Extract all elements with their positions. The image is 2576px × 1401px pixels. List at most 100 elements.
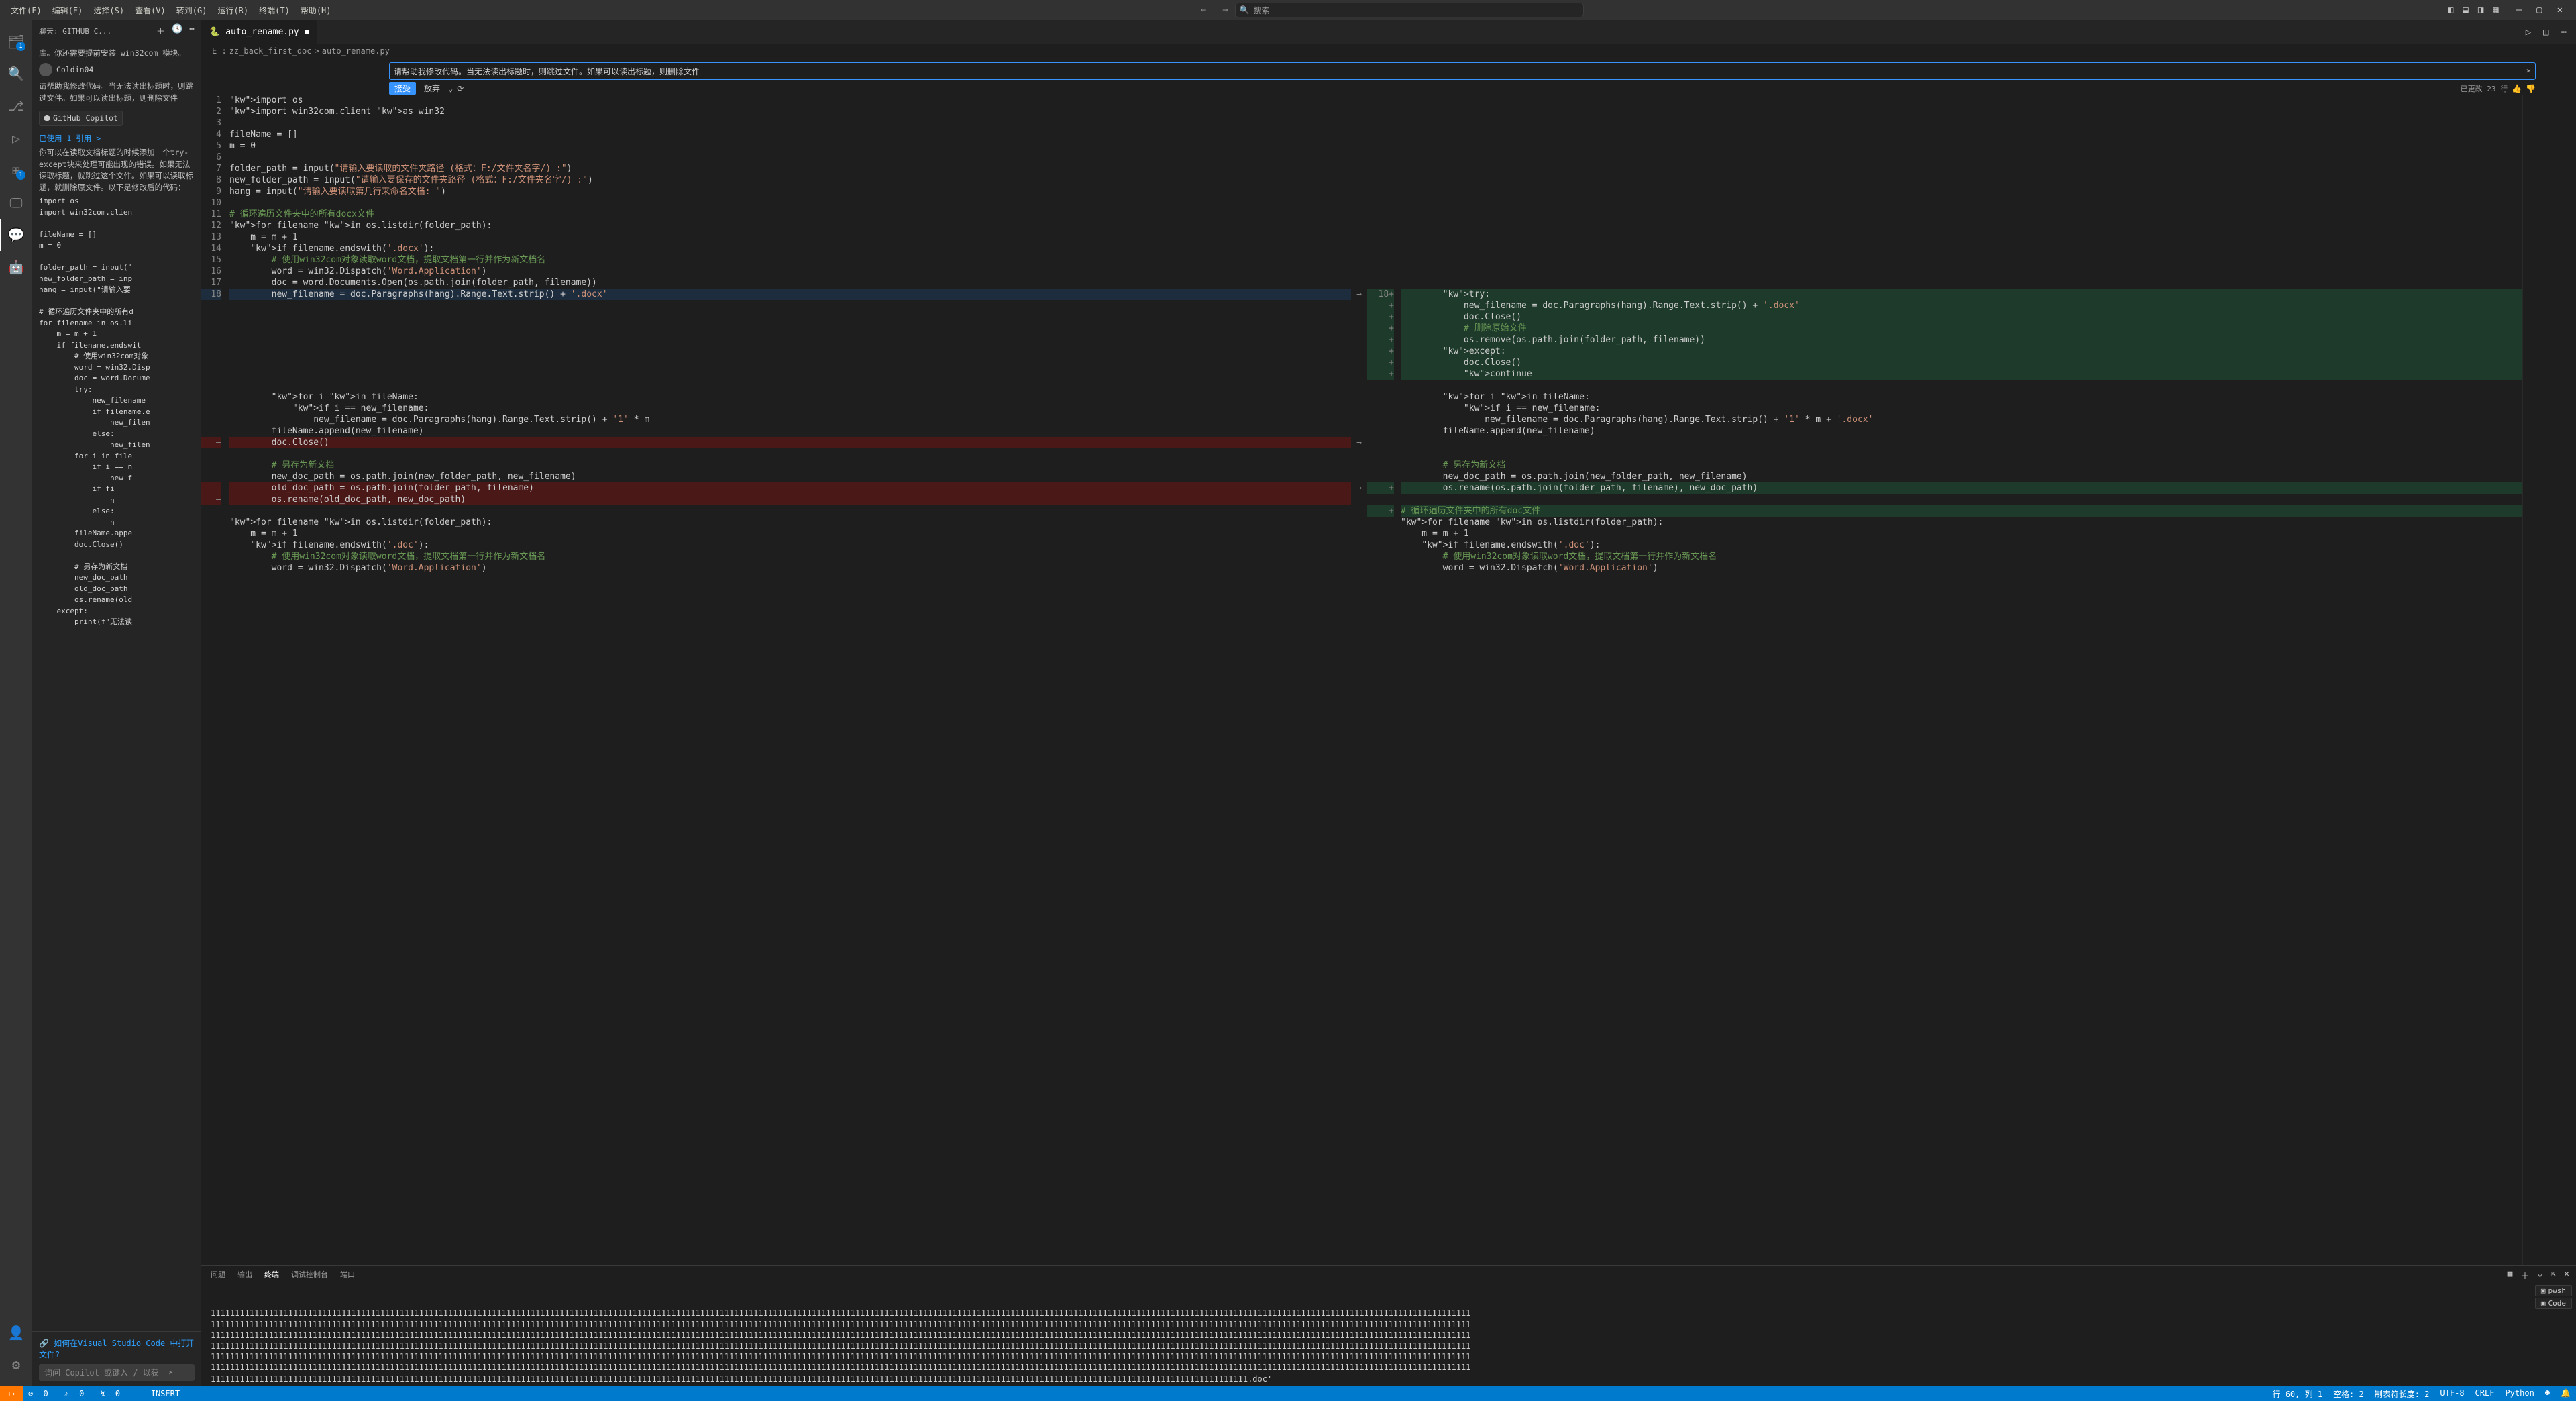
panel-close-icon[interactable]: ✕ [2564, 1269, 2569, 1282]
activity-explorer[interactable]: 🗂1 [0, 25, 32, 58]
change-status: 已更改 23 行 [2461, 83, 2508, 94]
dropdown-icon[interactable]: ⌄ [448, 84, 453, 93]
menu-select[interactable]: 选择(S) [88, 5, 129, 16]
status-ports[interactable]: ↯ 0 [95, 1389, 131, 1398]
spaces[interactable]: 空格: 2 [2328, 1388, 2369, 1400]
panel-layout-icon[interactable]: ▦ [2508, 1269, 2513, 1282]
copilot-label: ⬢ GitHub Copilot [39, 111, 123, 126]
activity-search[interactable]: 🔍 [0, 58, 32, 90]
panel-tabs: 问题 输出 终端 调试控制台 端口 [201, 1266, 2576, 1285]
chat-input[interactable]: 询问 Copilot 或键入 / 以获 ➤ [39, 1364, 195, 1381]
chat-sidebar: 聊天: GITHUB C... ＋ 🕓 ⋯ 库。你还需要提前安装 win32co… [32, 20, 201, 1386]
menu-edit[interactable]: 编辑(E) [47, 5, 89, 16]
eol[interactable]: CRLF [2470, 1388, 2500, 1400]
send-icon[interactable]: ➤ [168, 1368, 173, 1378]
activity-account[interactable]: 👤 [0, 1316, 32, 1349]
user-message: 请帮助我修改代码。当无法读出标题时，则跳过文件。如果可以读出标题，则删除文件 [39, 81, 195, 104]
language[interactable]: Python [2500, 1388, 2539, 1400]
layout-left-icon[interactable]: ◧ [2448, 5, 2453, 15]
tab-size[interactable]: 制表符长度: 2 [2369, 1388, 2435, 1400]
tab-output[interactable]: 输出 [237, 1269, 252, 1282]
reject-button[interactable]: 放弃 [420, 82, 444, 95]
tab-auto-rename[interactable]: 🐍 auto_rename.py [201, 20, 318, 44]
terminal-body[interactable]: 1111111111111111111111111111111111111111… [201, 1285, 2576, 1386]
inline-chat-input[interactable] [394, 66, 2526, 76]
terminal-pwsh[interactable]: ▣pwsh [2535, 1285, 2572, 1296]
menu-go[interactable]: 转到(G) [171, 5, 213, 16]
activity-ext[interactable]: ⊞1 [0, 154, 32, 187]
bell-icon[interactable]: 🔔 [2555, 1388, 2576, 1400]
panel-down-icon[interactable]: ⌄ [2538, 1269, 2543, 1282]
panel-max-icon[interactable]: ⇱ [2551, 1269, 2556, 1282]
more-icon[interactable]: ⋯ [189, 24, 195, 37]
activity-debug[interactable]: ▷ [0, 122, 32, 154]
activity-copilot[interactable]: 🤖 [0, 251, 32, 283]
vim-mode: -- INSERT -- [131, 1389, 200, 1398]
ext-badge: 1 [16, 170, 25, 180]
layout-bottom-icon[interactable]: ⬓ [2463, 5, 2468, 15]
nav-forward-icon[interactable]: → [1222, 5, 1228, 15]
panel: 问题 输出 终端 调试控制台 端口 ▦ ＋ ⌄ ⇱ ✕ ▣pwsh ▣Code … [201, 1265, 2576, 1386]
tab-terminal[interactable]: 终端 [264, 1269, 279, 1282]
refresh-icon[interactable]: ⟳ [457, 84, 464, 93]
activity-scm[interactable]: ⎇ [0, 90, 32, 122]
cursor-position[interactable]: 行 60, 列 1 [2267, 1388, 2328, 1400]
menu-bar: 文件(F) 编辑(E) 选择(S) 查看(V) 转到(G) 运行(R) 终端(T… [0, 5, 337, 16]
terminal-code[interactable]: ▣Code [2535, 1298, 2572, 1309]
intro-text: 库。你还需要提前安装 win32com 模块。 [39, 48, 195, 59]
tab-debug-console[interactable]: 调试控制台 [291, 1269, 328, 1282]
encoding[interactable]: UTF-8 [2434, 1388, 2469, 1400]
run-icon[interactable]: ▷ [2526, 27, 2531, 38]
feedback-icon[interactable]: ☻ [2540, 1388, 2555, 1400]
activity-settings[interactable]: ⚙ [0, 1349, 32, 1381]
minimize-icon[interactable]: — [2516, 5, 2522, 15]
layout-right-icon[interactable]: ◨ [2478, 5, 2483, 15]
panel-add-icon[interactable]: ＋ [2521, 1269, 2530, 1282]
inline-chat: ➤ 接受 放弃 ⌄ ⟳ 已更改 23 行 👍 👎 [389, 62, 2536, 95]
python-icon: 🐍 [209, 27, 220, 37]
minimap[interactable] [2522, 95, 2576, 1265]
tab-bar: 🐍 auto_rename.py ▷ ◫ ⋯ [201, 20, 2576, 44]
references-link[interactable]: 已使用 1 引用 > [39, 133, 195, 144]
remote-icon[interactable]: ⟷ [0, 1386, 23, 1401]
tab-ports[interactable]: 端口 [340, 1269, 355, 1282]
assistant-message: 你可以在读取文档标题的时候添加一个try-except块来处理可能出现的错误。如… [39, 147, 195, 193]
diff-editor[interactable]: 123456789101112131415161718––– "kw">impo… [201, 95, 2576, 1265]
status-bar: ⟷ ⊘ 0 ⚠ 0 ↯ 0 -- INSERT -- 行 60, 列 1 空格:… [0, 1386, 2576, 1401]
sidebar-title: 聊天: GITHUB C... [39, 25, 156, 36]
maximize-icon[interactable]: ▢ [2536, 5, 2542, 15]
code-preview: import os import win32com.clien fileName… [39, 196, 195, 628]
activity-remote[interactable]: 🖵 [0, 187, 32, 219]
activity-bar: 🗂1 🔍 ⎇ ▷ ⊞1 🖵 💬 🤖 👤 ⚙ [0, 20, 32, 1386]
activity-chat[interactable]: 💬 [0, 219, 32, 251]
accept-button[interactable]: 接受 [389, 82, 416, 95]
ellipsis-icon[interactable]: ⋯ [2561, 27, 2567, 38]
split-icon[interactable]: ◫ [2543, 27, 2548, 38]
dirty-indicator [305, 30, 309, 34]
status-errors[interactable]: ⊘ 0 [23, 1389, 59, 1398]
search-placeholder: 搜索 [1254, 5, 1270, 16]
search-icon: 🔍 [1240, 5, 1250, 15]
menu-file[interactable]: 文件(F) [5, 5, 47, 16]
command-center[interactable]: 🔍 搜索 [1235, 3, 1584, 17]
menu-view[interactable]: 查看(V) [129, 5, 171, 16]
menu-help[interactable]: 帮助(H) [295, 5, 337, 16]
menu-terminal[interactable]: 终端(T) [254, 5, 295, 16]
breadcrumb[interactable]: E : zz_back_first_doc > auto_rename.py [201, 44, 2576, 58]
send-icon[interactable]: ➤ [2526, 66, 2531, 76]
tab-problems[interactable]: 问题 [211, 1269, 225, 1282]
thumbs-down-icon[interactable]: 👎 [2526, 84, 2536, 93]
new-chat-icon[interactable]: ＋ [156, 24, 165, 37]
history-icon[interactable]: 🕓 [172, 24, 182, 37]
menu-run[interactable]: 运行(R) [212, 5, 254, 16]
close-icon[interactable]: ✕ [2557, 5, 2563, 15]
layout-custom-icon[interactable]: ▦ [2493, 5, 2498, 15]
titlebar: 文件(F) 编辑(E) 选择(S) 查看(V) 转到(G) 运行(R) 终端(T… [0, 0, 2576, 20]
explorer-badge: 1 [16, 42, 25, 51]
username: Coldin04 [56, 64, 93, 76]
link-open-file[interactable]: 🔗 如何在Visual Studio Code 中打开文件? [39, 1337, 195, 1360]
editor-area: 🐍 auto_rename.py ▷ ◫ ⋯ E : zz_back_first… [201, 20, 2576, 1386]
thumbs-up-icon[interactable]: 👍 [2512, 84, 2522, 93]
status-warnings[interactable]: ⚠ 0 [59, 1389, 95, 1398]
nav-back-icon[interactable]: ← [1201, 5, 1206, 15]
